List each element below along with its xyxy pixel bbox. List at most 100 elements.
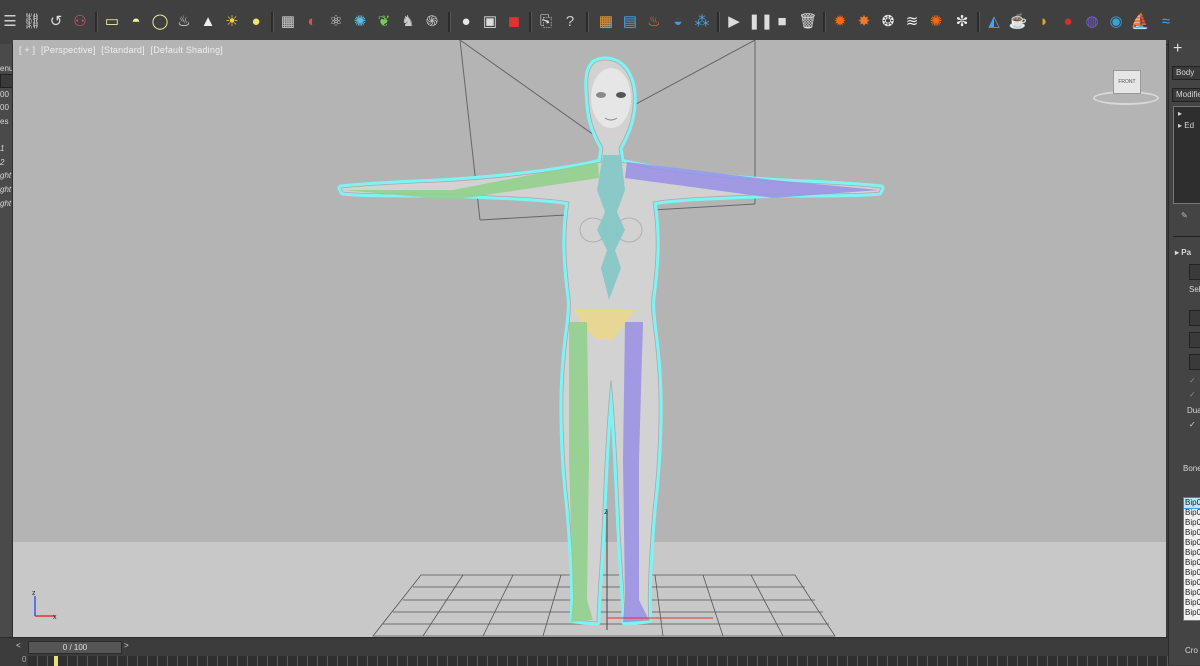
- layout-icon[interactable]: ▦: [596, 12, 616, 32]
- nodes-icon[interactable]: ⁂: [692, 12, 712, 32]
- selection-button[interactable]: [1189, 332, 1200, 348]
- sphere-icon[interactable]: ◯: [150, 12, 170, 32]
- water-icon[interactable]: ◭: [984, 12, 1004, 32]
- viewcube[interactable]: FRONT: [1113, 70, 1141, 94]
- help-icon[interactable]: ?: [560, 12, 580, 32]
- toolbar-separator: [823, 12, 826, 32]
- checkbox-icon[interactable]: ✓: [1189, 420, 1196, 429]
- render-setup-icon[interactable]: ◼: [504, 12, 524, 32]
- cone-icon[interactable]: ▲: [198, 12, 218, 32]
- record-icon[interactable]: ●: [1058, 12, 1078, 32]
- trash-icon[interactable]: 🗑: [798, 12, 818, 32]
- bones-label: Bone: [1183, 464, 1200, 473]
- dual-quaternion-label: Dua: [1187, 406, 1200, 415]
- stop-icon[interactable]: ■: [772, 12, 792, 32]
- left-panel-item: ght: [0, 199, 12, 208]
- modifier-stack[interactable]: ▸ ▸ Ed: [1173, 106, 1200, 204]
- unlink-icon[interactable]: ↺: [46, 12, 66, 32]
- bone-list-item[interactable]: Bip0: [1184, 518, 1200, 528]
- material-icon[interactable]: ▣: [480, 12, 500, 32]
- cross-section-label: Cro: [1185, 646, 1198, 655]
- foliage-icon[interactable]: ❦: [374, 12, 394, 32]
- shell-icon[interactable]: ֍: [422, 12, 442, 32]
- fire-icon[interactable]: ♨: [644, 12, 664, 32]
- viewport-menu-perspective[interactable]: [Perspective]: [41, 45, 96, 55]
- viewport-menu-standard[interactable]: [Standard]: [101, 45, 145, 55]
- bone-list-item[interactable]: Bip0: [1184, 558, 1200, 568]
- boat-icon[interactable]: ⛵: [1130, 12, 1150, 32]
- wind-icon[interactable]: ≋: [902, 12, 922, 32]
- object-name-field[interactable]: Body: [1172, 66, 1200, 80]
- timeline-start-frame: 0: [22, 655, 27, 664]
- capsule-icon[interactable]: ◐: [302, 12, 322, 32]
- render-sphere-icon[interactable]: ●: [456, 12, 476, 32]
- play-icon[interactable]: ▶: [724, 12, 744, 32]
- bone-list-item[interactable]: Bip0: [1184, 548, 1200, 558]
- bind-icon[interactable]: ⚇: [70, 12, 90, 32]
- particle-icon[interactable]: ⚛: [326, 12, 346, 32]
- create-tab-plus-icon[interactable]: +: [1173, 40, 1182, 58]
- toolbar-separator: [586, 12, 589, 32]
- command-panel: + Body Modifie ▸ ▸ Ed ✎ ▸ Pa Sel ✓ ✓ Dua…: [1168, 40, 1200, 665]
- bone-list-item[interactable]: Bip0: [1184, 498, 1200, 509]
- pin-stack-icon[interactable]: ✎: [1181, 211, 1188, 220]
- splash-water-icon[interactable]: ≈: [1156, 12, 1176, 32]
- bone-list-item[interactable]: Bip0: [1184, 598, 1200, 608]
- smoke-icon[interactable]: ❂: [878, 12, 898, 32]
- viewport-label[interactable]: [ + ] [Perspective] [Standard] [Default …: [19, 45, 226, 55]
- gizmo-z-label: z: [604, 507, 608, 516]
- selection-button[interactable]: [1189, 354, 1200, 370]
- dome-icon[interactable]: ◒: [668, 12, 688, 32]
- toolbar-separator: [529, 12, 532, 32]
- viewport-menu-shading[interactable]: [Default Shading]: [151, 45, 223, 55]
- parameters-rollout-title[interactable]: ▸ Pa: [1175, 248, 1191, 257]
- splash-icon[interactable]: ✺: [350, 12, 370, 32]
- sun-light-icon[interactable]: ☀: [222, 12, 242, 32]
- stack-item-edit[interactable]: ▸ Ed: [1178, 121, 1194, 130]
- horse-icon[interactable]: ♞: [398, 12, 418, 32]
- time-next-button[interactable]: >: [124, 641, 129, 650]
- modifier-list-text: Modifie: [1176, 90, 1200, 99]
- schematic-icon[interactable]: ▤: [620, 12, 640, 32]
- bone-list-item[interactable]: Bip0: [1184, 538, 1200, 548]
- left-panel-field[interactable]: [0, 74, 12, 88]
- link-icon[interactable]: ⛓: [22, 12, 42, 32]
- bone-list-item[interactable]: Bip0: [1184, 588, 1200, 598]
- teapot-icon[interactable]: ♨: [174, 12, 194, 32]
- flame-alt-icon[interactable]: ✸: [854, 12, 874, 32]
- bone-list[interactable]: Bip0 Bip0 Bip0 Bip0 Bip0 Bip0 Bip0 Bip0 …: [1183, 497, 1200, 621]
- bone-list-item[interactable]: Bip0: [1184, 528, 1200, 538]
- omni-light-icon[interactable]: ●: [246, 12, 266, 32]
- ocean-icon[interactable]: ◉: [1106, 12, 1126, 32]
- selection-button[interactable]: [1189, 310, 1200, 326]
- grid-helper-icon[interactable]: ▦: [278, 12, 298, 32]
- selection-label: Sel: [1189, 285, 1200, 294]
- bone-list-item[interactable]: Bip0: [1184, 608, 1200, 618]
- modifier-list-dropdown[interactable]: Modifie: [1172, 88, 1200, 102]
- checkbox-icon[interactable]: ✓: [1189, 376, 1196, 385]
- spray-icon[interactable]: ✼: [952, 12, 972, 32]
- menu-icon[interactable]: ☰: [0, 12, 20, 32]
- toolbar-separator: [271, 12, 274, 32]
- rollout-button[interactable]: [1189, 264, 1200, 280]
- axis-x-label: x: [53, 614, 57, 621]
- pause-icon[interactable]: ❚❚: [748, 12, 773, 32]
- checkbox-icon[interactable]: ✓: [1189, 390, 1196, 399]
- viewport-menu-plus[interactable]: [ + ]: [19, 45, 35, 55]
- fire-source-icon[interactable]: ✺: [926, 12, 946, 32]
- cup-icon[interactable]: ☕: [1008, 12, 1028, 32]
- plane-icon[interactable]: ▭: [102, 12, 122, 32]
- axis-z-label: z: [32, 590, 36, 597]
- clipboard-icon[interactable]: ⎘: [536, 12, 556, 32]
- time-slider[interactable]: 0 / 100: [28, 641, 122, 654]
- hemisphere-icon[interactable]: ◓: [126, 12, 146, 32]
- bone-list-item[interactable]: Bip0: [1184, 508, 1200, 518]
- perspective-viewport[interactable]: z z x [ + ] [Perspective] [Standard] [De…: [13, 40, 1166, 637]
- flame-icon[interactable]: ✹: [830, 12, 850, 32]
- foam-icon[interactable]: ◍: [1082, 12, 1102, 32]
- bone-list-item[interactable]: Bip0: [1184, 568, 1200, 578]
- bone-list-item[interactable]: Bip0: [1184, 578, 1200, 588]
- wave-icon[interactable]: ◗: [1034, 12, 1054, 32]
- time-prev-button[interactable]: <: [16, 641, 21, 650]
- stack-item[interactable]: ▸: [1178, 109, 1182, 118]
